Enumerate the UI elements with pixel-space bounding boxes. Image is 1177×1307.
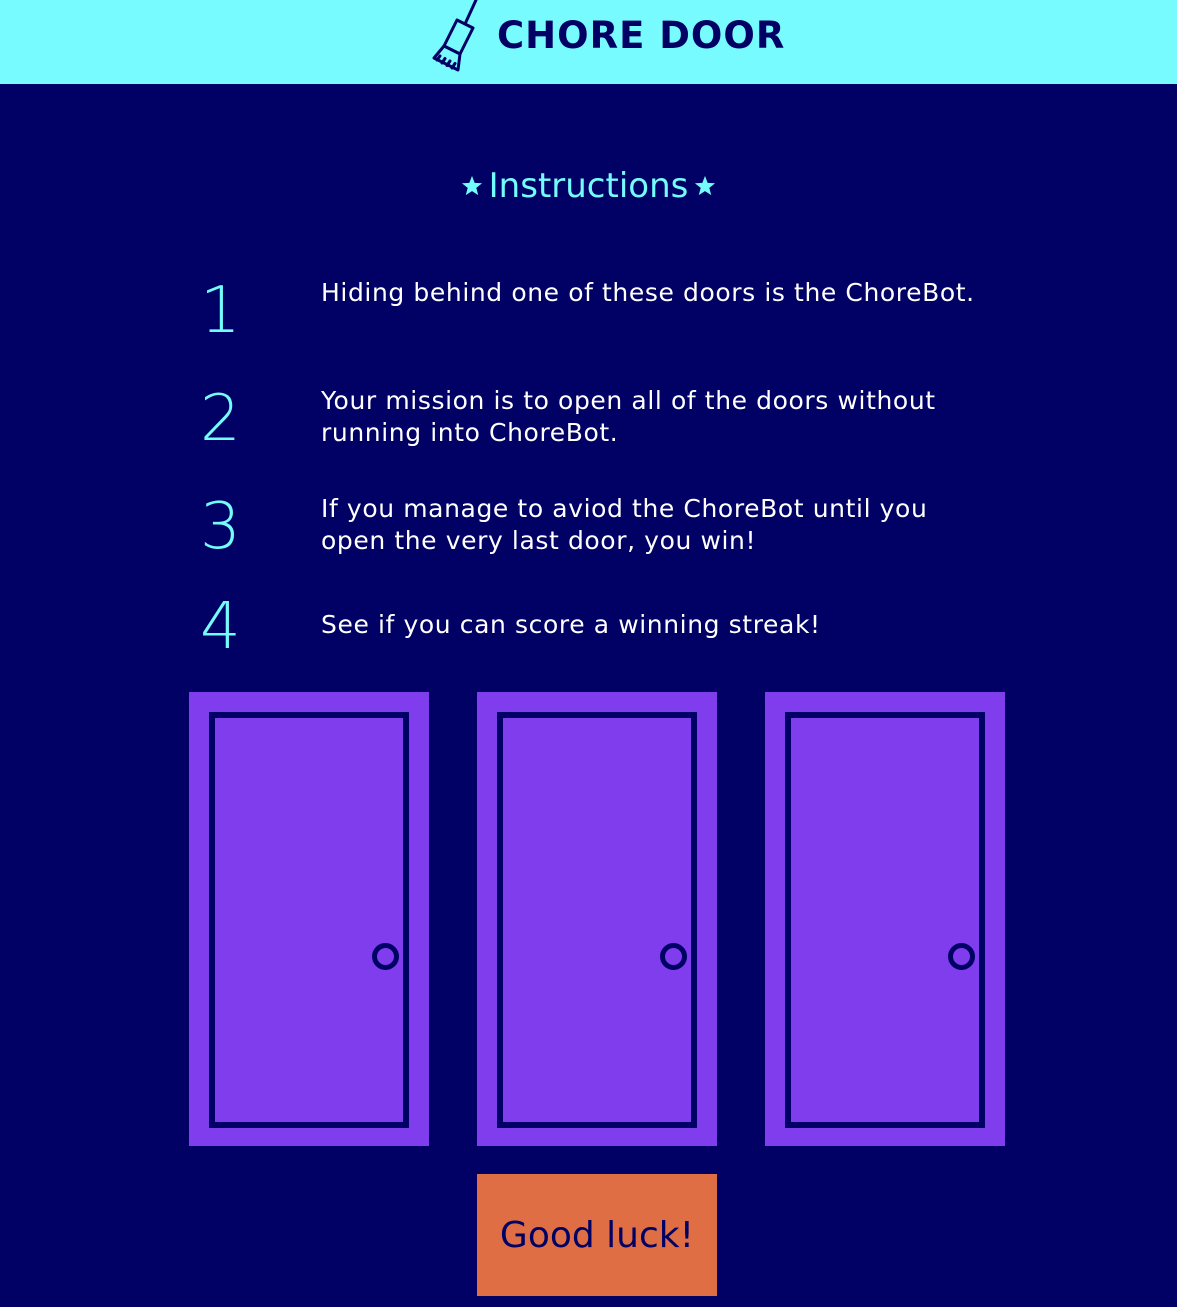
door-3[interactable]	[765, 692, 1005, 1146]
door-knob	[372, 943, 399, 970]
step-text: See if you can score a winning streak!	[321, 610, 821, 639]
step-number: 2	[200, 382, 241, 456]
step-text: Your mission is to open all of the doors…	[321, 386, 936, 447]
door-2[interactable]	[477, 692, 717, 1146]
instructions-title: Instructions	[488, 166, 689, 206]
header-bar: CHORE DOOR	[0, 0, 1177, 84]
door-1[interactable]	[189, 692, 429, 1146]
step-number: 3	[200, 490, 241, 564]
app-title: CHORE DOOR	[497, 14, 786, 57]
closed-door-icon	[497, 712, 697, 1128]
instructions-heading: Instructions	[0, 166, 1177, 206]
closed-door-icon	[209, 712, 409, 1128]
broom-icon	[432, 0, 478, 72]
door-knob	[948, 943, 975, 970]
step-number: 4	[200, 590, 241, 664]
star-icon	[695, 175, 716, 195]
door-knob	[660, 943, 687, 970]
step-text: Hiding behind one of these doors is the …	[321, 278, 975, 307]
step-number: 1	[200, 274, 241, 348]
closed-door-icon	[785, 712, 985, 1128]
star-icon	[461, 175, 482, 195]
step-text: If you manage to aviod the ChoreBot unti…	[321, 494, 928, 555]
good-luck-button[interactable]: Good luck!	[477, 1174, 717, 1296]
